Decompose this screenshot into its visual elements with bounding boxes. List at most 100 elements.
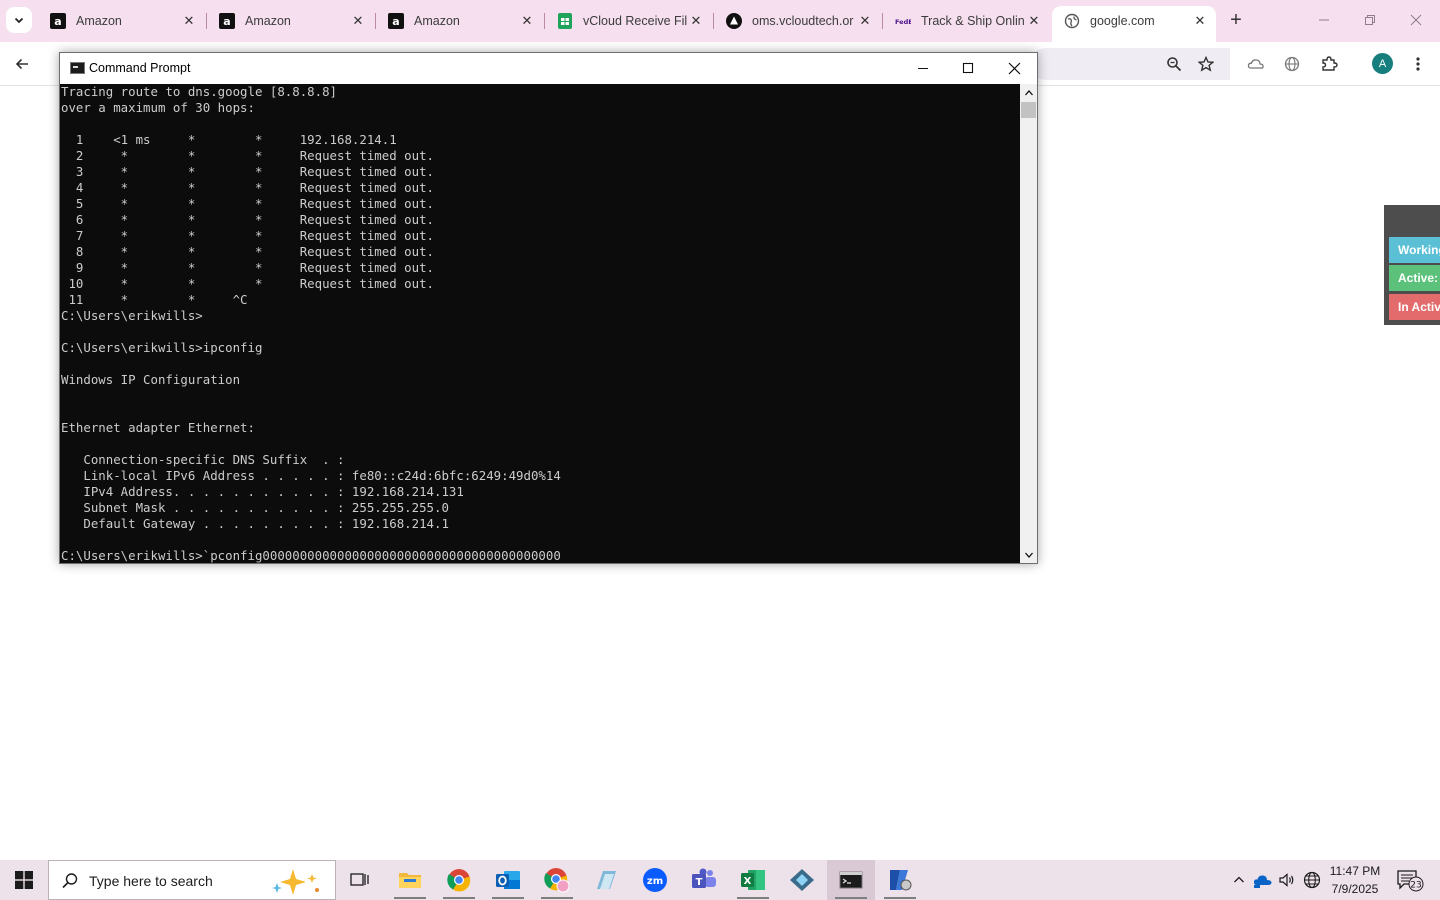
zoom-app-button[interactable]: zm <box>631 860 679 900</box>
status-widget: Working Active: In Active <box>1384 205 1440 325</box>
extension-cloud-icon <box>1247 59 1264 69</box>
teams-button[interactable]: T <box>680 860 728 900</box>
tab-title: Amazon <box>414 14 460 28</box>
browser-menu-button[interactable] <box>1404 50 1432 78</box>
status-inactive-button[interactable]: In Active <box>1389 294 1440 320</box>
browser-tab[interactable]: a Amazon ✕ <box>207 6 374 36</box>
close-icon[interactable]: ✕ <box>519 13 535 29</box>
start-button[interactable] <box>0 860 48 900</box>
new-tab-button[interactable]: + <box>1224 8 1248 32</box>
network-button[interactable] <box>1300 860 1324 900</box>
browser-tab[interactable]: vCloud Receive Fil ✕ <box>545 6 712 36</box>
svg-text:a: a <box>392 15 399 28</box>
sparkle-icon <box>272 869 319 895</box>
svg-text:X: X <box>744 876 752 887</box>
excel-button[interactable]: X <box>729 860 777 900</box>
chevron-down-icon <box>14 17 24 24</box>
window-titlebar[interactable]: Command Prompt <box>60 53 1037 83</box>
close-icon[interactable]: ✕ <box>181 13 197 29</box>
close-icon[interactable]: ✕ <box>688 13 704 29</box>
speaker-icon <box>1279 873 1294 887</box>
volume-button[interactable] <box>1276 860 1298 900</box>
amazon-icon: a <box>219 13 235 29</box>
file-explorer-button[interactable] <box>386 860 434 900</box>
close-window-button[interactable] <box>1393 6 1439 34</box>
maximize-button[interactable] <box>945 53 991 83</box>
close-window-button[interactable] <box>991 53 1037 83</box>
teams-icon: T <box>692 868 716 888</box>
chrome-profile-button[interactable] <box>533 860 581 900</box>
close-icon[interactable]: ✕ <box>1192 13 1208 29</box>
restore-button[interactable] <box>1347 6 1393 34</box>
search-placeholder: Type here to search <box>89 873 213 889</box>
vertical-scrollbar[interactable] <box>1020 84 1037 563</box>
app-button[interactable] <box>876 860 924 900</box>
browser-tab[interactable]: a Amazon ✕ <box>376 6 543 36</box>
terminal-icon <box>70 62 85 74</box>
scroll-up-button[interactable] <box>1020 84 1037 101</box>
star-icon <box>1198 56 1214 72</box>
status-working-button[interactable]: Working <box>1389 237 1440 263</box>
terminal-icon <box>839 871 863 889</box>
excel-icon: X <box>741 870 765 890</box>
onedrive-button[interactable] <box>1251 860 1275 900</box>
task-view-button[interactable] <box>336 860 384 900</box>
close-icon[interactable]: ✕ <box>1026 13 1042 29</box>
scroll-down-button[interactable] <box>1020 546 1037 563</box>
minimize-button[interactable] <box>900 53 946 83</box>
globe-icon <box>1064 13 1080 29</box>
close-icon[interactable]: ✕ <box>350 13 366 29</box>
browser-tab-active[interactable]: google.com ✕ <box>1052 6 1216 42</box>
maximize-icon <box>962 62 974 74</box>
cloud-icon <box>1253 875 1272 888</box>
svg-text:T: T <box>696 877 703 888</box>
svg-text:zm: zm <box>647 876 663 887</box>
chevron-up-icon <box>1024 89 1033 95</box>
show-hidden-icons-button[interactable] <box>1228 860 1250 900</box>
triangle-logo-icon <box>726 13 742 29</box>
chevron-down-icon <box>1024 552 1033 558</box>
status-active-button[interactable]: Active: <box>1389 265 1440 291</box>
taskbar-search-box[interactable]: Type here to search <box>48 860 336 900</box>
extensions-menu-button[interactable] <box>1315 50 1343 78</box>
clock-date: 7/9/2025 <box>1331 882 1379 896</box>
browser-tab[interactable]: oms.vcloudtech.or ✕ <box>714 6 881 36</box>
outlook-icon <box>496 871 520 889</box>
minimize-icon <box>1319 19 1329 21</box>
command-prompt-window: Command Prompt Tracing route to dns.goog… <box>59 52 1038 564</box>
diamond-app-icon <box>790 869 814 891</box>
scrollbar-thumb[interactable] <box>1021 102 1036 118</box>
tab-title: Track & Ship Onlin <box>921 14 1025 28</box>
console-output[interactable]: Tracing route to dns.google [8.8.8.8] ov… <box>60 84 1020 563</box>
app-button[interactable] <box>778 860 826 900</box>
svg-text:a: a <box>223 15 230 28</box>
avatar[interactable]: A <box>1372 53 1393 74</box>
window-title: Command Prompt <box>89 61 191 75</box>
app-button[interactable] <box>582 860 630 900</box>
browser-tab[interactable]: FedEx Track & Ship Onlin ✕ <box>883 6 1050 36</box>
taskbar-clock[interactable]: 11:47 PM 7/9/2025 <box>1324 862 1386 898</box>
chevron-up-icon <box>1234 876 1244 883</box>
extension-button[interactable] <box>1278 50 1306 78</box>
chrome-button[interactable] <box>435 860 483 900</box>
minimize-button[interactable] <box>1301 6 1347 34</box>
command-prompt-taskbar-button[interactable] <box>827 860 875 900</box>
bookmark-button[interactable] <box>1192 50 1220 78</box>
close-icon <box>1008 62 1020 74</box>
taskbar: Type here to search zm T X 11:47 PM 7/9/… <box>0 860 1440 900</box>
console-text: Tracing route to dns.google [8.8.8.8] ov… <box>61 84 561 563</box>
notification-center-button[interactable]: 23 <box>1394 860 1428 900</box>
zoom-button[interactable] <box>1160 50 1188 78</box>
browser-tab[interactable]: a Amazon ✕ <box>38 6 205 36</box>
chrome-icon <box>544 868 570 893</box>
back-button[interactable] <box>8 50 36 78</box>
close-icon[interactable]: ✕ <box>857 13 873 29</box>
outlook-button[interactable] <box>484 860 532 900</box>
amazon-icon: a <box>50 13 66 29</box>
fedex-icon: FedEx <box>895 13 911 29</box>
extension-button[interactable] <box>1242 50 1270 78</box>
close-icon <box>1410 14 1422 26</box>
zoom-icon <box>1167 57 1182 72</box>
windows-logo-icon <box>15 871 33 889</box>
tab-search-button[interactable] <box>6 7 32 33</box>
